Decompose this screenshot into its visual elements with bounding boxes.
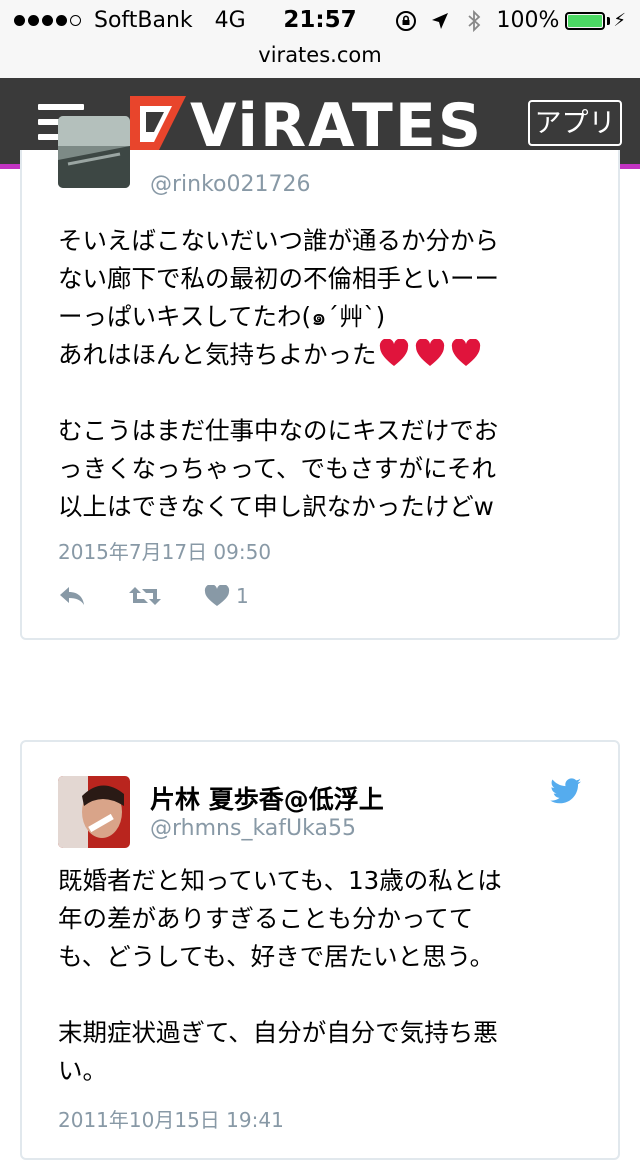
tweet-date[interactable]: 2015年7月17日 09:50 <box>58 536 271 565</box>
tweet-text: 既婚者だと知っていても、13歳の私とは 年の差がありすぎることも分かってて も、… <box>58 866 502 1085</box>
tweet-text: そいえばこないだいつ誰が通るか分から ない廊下で私の最初の不倫相手といーー ーっ… <box>58 226 499 521</box>
svg-text:ViRATES: ViRATES <box>190 94 483 154</box>
battery-icon <box>565 11 606 30</box>
url-text: virates.com <box>258 43 382 67</box>
retweet-icon[interactable] <box>128 585 162 607</box>
tweet-username[interactable]: 片林 夏歩香@低浮上 <box>150 780 384 816</box>
heart-emoji-icon <box>415 339 444 366</box>
tweet-handle[interactable]: @rinko021726 <box>150 172 311 197</box>
avatar[interactable] <box>58 116 130 188</box>
tweet-date[interactable]: 2011年10月15日 19:41 <box>58 1104 284 1133</box>
twitter-bird-icon[interactable] <box>550 778 582 806</box>
url-bar[interactable]: virates.com <box>0 40 640 78</box>
tweet-actions: 1 <box>58 584 249 608</box>
virates-logo[interactable]: ViRATES <box>128 94 513 154</box>
tweet-card: @rinko021726 そいえばこないだいつ誰が通るか分から ない廊下で私の最… <box>20 116 620 640</box>
like-heart-icon[interactable] <box>204 585 230 607</box>
like-count: 1 <box>236 584 249 608</box>
avatar[interactable] <box>58 776 130 848</box>
reply-icon[interactable] <box>58 585 86 607</box>
charging-bolt-icon: ⚡︎ <box>613 10 626 31</box>
tweet-handle[interactable]: @rhmns_kafUka55 <box>150 816 356 841</box>
battery-percent: 100% <box>496 8 560 33</box>
location-arrow-icon <box>432 12 449 29</box>
tweet-card: 片林 夏歩香@低浮上 @rhmns_kafUka55 既婚者だと知っていても、1… <box>20 740 620 1160</box>
heart-emoji-icon <box>379 339 408 366</box>
bluetooth-icon <box>468 9 481 32</box>
status-bar: SoftBank 4G 21:57 100% ⚡︎ <box>0 0 640 40</box>
app-button[interactable]: アプリ <box>528 100 622 146</box>
heart-emojis <box>379 339 487 367</box>
status-right: 100% ⚡︎ <box>394 8 626 33</box>
orientation-lock-icon <box>396 10 417 31</box>
heart-emoji-icon <box>451 339 480 366</box>
